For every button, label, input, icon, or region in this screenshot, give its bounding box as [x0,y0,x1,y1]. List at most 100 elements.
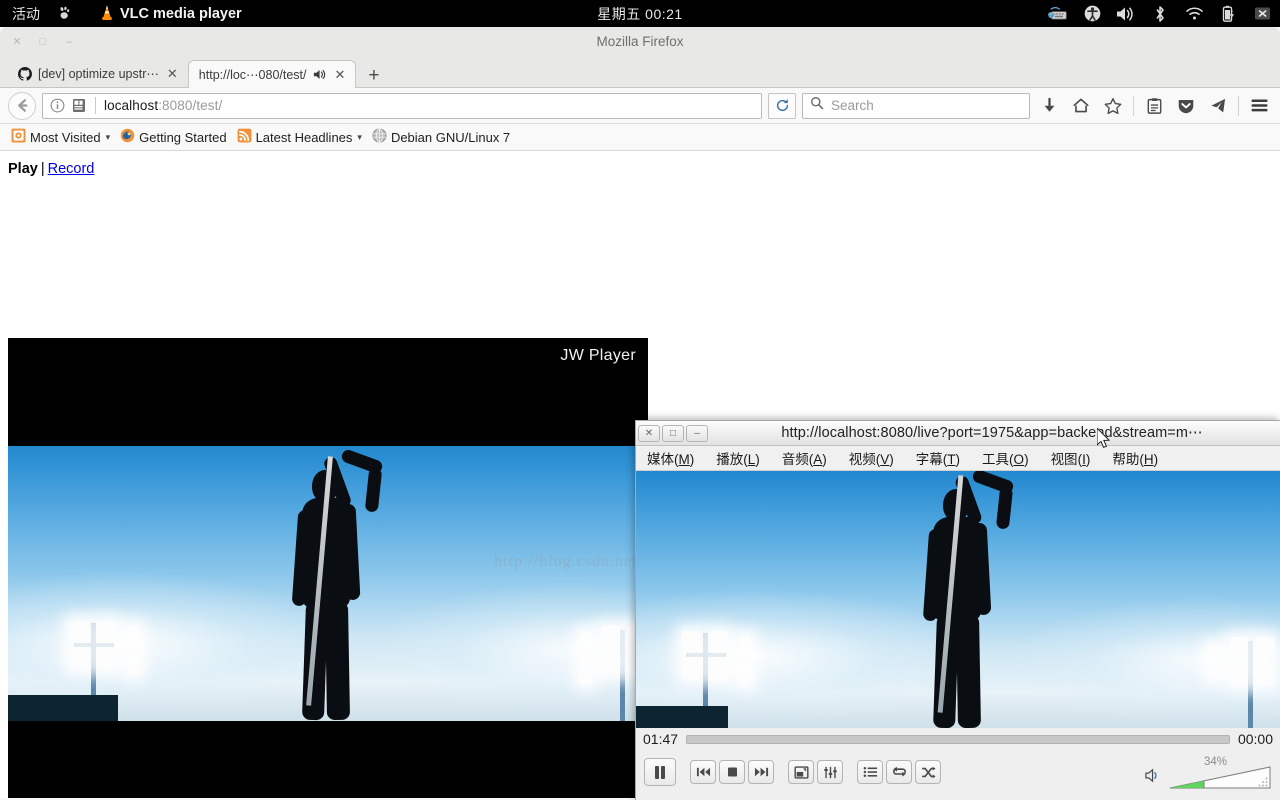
wifi-icon[interactable] [1184,5,1204,23]
view-group [788,760,843,784]
vlc-cone-icon [99,5,115,22]
speaker-icon[interactable] [313,68,327,81]
window-minimize-button[interactable]: ‒ [56,36,82,48]
search-icon [810,96,824,115]
accessibility-icon[interactable] [1082,5,1102,23]
back-arrow-icon[interactable] [8,92,36,120]
menu-playback[interactable]: 播放(L) [713,446,763,470]
downloads-icon[interactable] [1036,93,1062,119]
vlc-maximize-button[interactable]: □ [662,425,684,442]
bookmark-getting-started[interactable]: Getting Started [116,126,232,148]
search-input[interactable]: Search [802,93,1030,119]
battery-charging-icon[interactable] [1218,5,1238,23]
page-mode-links: Play|Record [0,151,1280,182]
github-icon [18,67,32,81]
bookmark-latest-headlines[interactable]: Latest Headlines ▾ [233,126,368,148]
vlc-minimize-button[interactable]: ‒ [686,425,708,442]
vlc-close-button[interactable]: ✕ [638,425,660,442]
chevron-down-icon[interactable]: ▾ [357,132,362,143]
menu-subtitle[interactable]: 字幕(T) [913,446,963,470]
firefox-icon [120,128,135,146]
close-badge-icon[interactable] [1252,5,1272,23]
bluetooth-icon[interactable] [1150,5,1170,23]
fullscreen-button[interactable] [788,760,814,784]
firefox-titlebar: ✕ □ ‒ Mozilla Firefox [0,27,1280,56]
page-info-icon[interactable] [49,98,65,114]
volume-percent-label: 34% [1204,756,1227,768]
play-link[interactable]: Play [8,161,38,177]
vlc-video-area[interactable] [636,471,1280,728]
clock-label[interactable]: 星期五 00:21 [597,6,682,22]
gnome-foot-icon[interactable] [51,6,77,21]
bookmark-label: Getting Started [139,130,226,145]
chevron-down-icon[interactable]: ▾ [106,132,111,143]
link-separator: | [38,161,48,177]
reader-view-icon[interactable] [71,98,87,114]
toolbar-separator-2 [1238,96,1239,116]
pause-button[interactable] [644,758,676,786]
firefox-tabstrip: [dev] optimize upstr⋯ ✕ http://loc⋯080/t… [0,56,1280,88]
video-frame [8,446,648,721]
menu-media[interactable]: 媒体(M) [644,446,697,470]
previous-button[interactable] [690,760,716,784]
record-link[interactable]: Record [48,161,95,177]
equalizer-button[interactable] [817,760,843,784]
network-keyboard-icon[interactable] [1048,5,1068,23]
url-path: :8080/test/ [158,98,222,113]
library-icon[interactable] [1141,93,1167,119]
bookmark-debian[interactable]: Debian GNU/Linux 7 [368,126,516,148]
menu-help[interactable]: 帮助(H) [1109,446,1161,470]
home-icon[interactable] [1068,93,1094,119]
singer-silhouette [255,454,395,721]
reload-icon[interactable] [768,93,796,119]
globe-icon [372,128,387,146]
menu-audio[interactable]: 音频(A) [779,446,830,470]
url-bar[interactable]: localhost:8080/test/ [42,93,762,119]
gnome-top-bar: 活动 VLC media player 星期五 00:21 [0,0,1280,27]
seek-slider[interactable] [686,735,1230,744]
stop-button[interactable] [719,760,745,784]
activities-button[interactable]: 活动 [0,4,51,24]
vlc-app-menu-button[interactable]: VLC media player [99,5,242,22]
firefox-window-title: Mozilla Firefox [0,34,1280,49]
tab-localhost-test[interactable]: http://loc⋯080/test/ ✕ [188,60,357,88]
hamburger-menu-icon[interactable] [1246,93,1272,119]
window-close-button[interactable]: ✕ [4,35,30,48]
volume-area: 34% [1145,766,1272,790]
send-to-device-icon[interactable] [1205,93,1231,119]
speaker-icon[interactable] [1145,768,1162,788]
url-text: localhost:8080/test/ [104,98,222,113]
playlist-group [857,760,941,784]
toolbar-separator [1133,96,1134,116]
singer-silhouette [886,475,1028,728]
next-button[interactable] [748,760,774,784]
vlc-titlebar: ✕ □ ‒ http://localhost:8080/live?port=19… [636,421,1280,446]
vlc-seek-row: 01:47 00:00 [636,728,1280,750]
bookmark-label: Debian GNU/Linux 7 [391,130,510,145]
volume-icon[interactable] [1116,5,1136,23]
stage-light-right [1206,621,1278,728]
tab-close-button[interactable]: ✕ [333,67,348,83]
tab-close-button[interactable]: ✕ [165,66,180,82]
jw-player[interactable]: JW Player [8,338,648,798]
elapsed-time: 01:47 [643,731,678,747]
bookmarks-toolbar: Most Visited ▾ Getting Started Latest He… [0,124,1280,151]
menu-view[interactable]: 视图(I) [1048,446,1094,470]
menu-video[interactable]: 视频(V) [846,446,897,470]
new-tab-button[interactable]: + [356,66,389,87]
bookmark-most-visited[interactable]: Most Visited ▾ [7,126,116,148]
resize-grip[interactable] [1257,775,1269,787]
remaining-time: 00:00 [1238,731,1273,747]
pocket-icon[interactable] [1173,93,1199,119]
vlc-window-title: http://localhost:8080/live?port=1975&app… [708,425,1280,441]
shuffle-button[interactable] [915,760,941,784]
loop-button[interactable] [886,760,912,784]
bookmark-star-icon[interactable] [1100,93,1126,119]
most-visited-icon [11,128,26,146]
tab-github[interactable]: [dev] optimize upstr⋯ ✕ [8,60,188,87]
bookmark-label: Most Visited [30,130,101,145]
menu-tools[interactable]: 工具(O) [979,446,1032,470]
playlist-button[interactable] [857,760,883,784]
window-maximize-button[interactable]: □ [30,36,56,48]
search-placeholder: Search [831,98,874,113]
